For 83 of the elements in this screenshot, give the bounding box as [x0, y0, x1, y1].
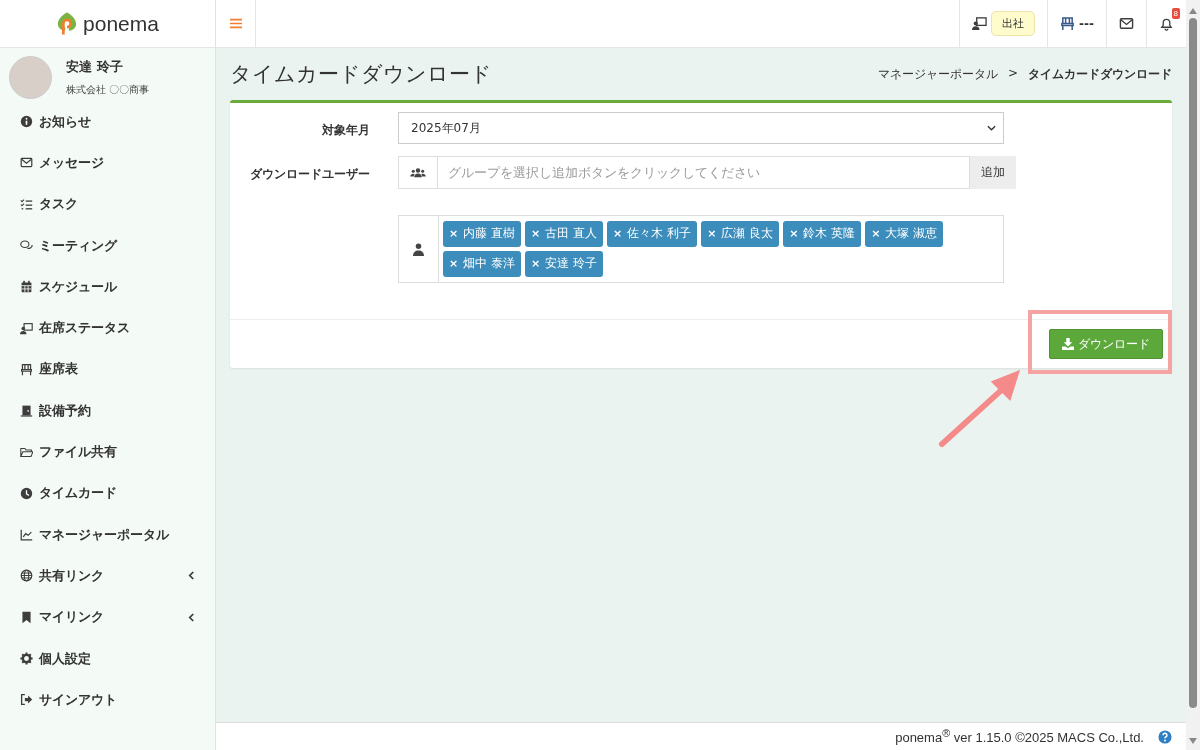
sidebar-item[interactable]: 座席表 [0, 348, 215, 391]
menu-icon [229, 18, 242, 29]
remove-mark[interactable]: × [789, 227, 799, 240]
user-tag-name: 古田 直人 [545, 225, 598, 242]
sidebar-item[interactable]: メッセージ [0, 142, 215, 184]
chair-icon [20, 362, 33, 376]
remove-mark[interactable]: × [531, 227, 541, 240]
sidebar-item[interactable]: お知らせ [0, 101, 215, 143]
sidebar-item[interactable]: タスク [0, 183, 215, 225]
sidebar-item[interactable]: 在席ステータス [0, 307, 215, 349]
bell-icon [1159, 16, 1174, 31]
sidebar-item[interactable]: マネージャーポータル [0, 513, 215, 556]
sidebar-item[interactable]: 個人設定 [0, 637, 215, 680]
remove-mark[interactable]: × [449, 227, 459, 240]
info-icon [20, 115, 33, 129]
checklist-icon [20, 197, 33, 211]
user-tag-name: 大塚 淑恵 [885, 225, 938, 242]
sidebar-item[interactable]: タイムカード [0, 472, 215, 514]
group-input-field[interactable]: グループを選択し追加ボタンをクリックしてください [438, 156, 970, 189]
user-name: 安達 玲子 [66, 58, 124, 76]
chevron-down-icon [987, 125, 996, 131]
remove-mark[interactable]: × [707, 227, 717, 240]
user-tag[interactable]: × 鈴木 英隆 [783, 221, 862, 247]
bookmark-icon [20, 610, 33, 624]
month-select[interactable]: 2025年07月 [398, 112, 1004, 144]
notification-count: 8 [1171, 8, 1180, 19]
envelope-icon [1119, 16, 1134, 31]
line-chart-icon [20, 528, 33, 542]
sidebar-item[interactable]: 設備予約 [0, 390, 215, 432]
user-tag-field[interactable]: × 内藤 直樹 × 古田 直人 × 佐々木 利子 × 広瀬 良太 × 鈴木 英隆 × 大塚 淑恵 × 畑中 泰洋 × 安達 玲子 [398, 215, 1004, 283]
field-label: 対象年月 [321, 122, 370, 139]
add-button[interactable]: 追加 [970, 156, 1016, 189]
user-tag-name: 佐々木 利子 [627, 225, 692, 242]
scrollbar[interactable] [1186, 0, 1200, 750]
clock-icon [20, 486, 33, 500]
user-tag-name: 内藤 直樹 [463, 225, 516, 242]
user-tag-name: 広瀬 良太 [721, 225, 774, 242]
remove-mark[interactable]: × [613, 227, 623, 240]
footer-text: ponema$^{®}$ ver 1.15.0 ©2025 MACS Co.,Ltd. [895, 727, 1144, 746]
person-board-icon [972, 16, 988, 31]
sidebar-item[interactable]: スケジュール [0, 266, 215, 308]
logo-icon [56, 11, 79, 36]
remove-mark[interactable]: × [531, 257, 541, 270]
status-badge[interactable]: 出社 [991, 11, 1036, 36]
calendar-icon [20, 280, 33, 294]
users-icon [410, 166, 426, 179]
sidebar-item[interactable]: ミーティング [0, 224, 215, 267]
remove-mark[interactable]: × [449, 257, 459, 270]
user-tag[interactable]: × 広瀬 良太 [701, 221, 780, 247]
help-icon [1158, 729, 1172, 744]
user-tag[interactable]: × 大塚 淑恵 [865, 221, 944, 247]
person-board-icon [20, 321, 33, 335]
chair-icon [1060, 16, 1076, 31]
sidebar-item[interactable]: サインアウト [0, 679, 215, 721]
breadcrumb-separator: > [1007, 65, 1018, 82]
user-tag[interactable]: × 畑中 泰洋 [443, 251, 522, 277]
envelope-icon [20, 156, 33, 170]
door-icon [20, 404, 33, 418]
company-name: 株式会社 〇〇商事 [66, 83, 150, 97]
globe-icon [20, 569, 33, 583]
user-tag[interactable]: × 佐々木 利子 [607, 221, 698, 247]
breadcrumb-link[interactable]: マネージャーポータル [877, 65, 998, 83]
breadcrumb-current: タイムカードダウンロード [1028, 65, 1172, 83]
remove-mark[interactable]: × [871, 227, 881, 240]
folder-icon [20, 445, 33, 459]
download-icon [1062, 338, 1074, 350]
user-tag[interactable]: × 古田 直人 [525, 221, 604, 247]
user-tag-name: 畑中 泰洋 [463, 255, 516, 272]
sidebar-item[interactable]: ファイル共有 [0, 431, 215, 473]
user-tag[interactable]: × 内藤 直樹 [443, 221, 522, 247]
user-tag[interactable]: × 安達 玲子 [525, 251, 604, 277]
page-title: タイムカードダウンロード [230, 61, 492, 88]
user-tag-name: 鈴木 英隆 [803, 225, 856, 242]
gear-icon [20, 652, 33, 665]
sidebar-item[interactable]: 共有リンク [0, 555, 215, 597]
user-icon [413, 242, 424, 256]
seat-label: --- [1079, 16, 1094, 31]
avatar [9, 56, 52, 99]
brand-name: ponema [83, 11, 159, 36]
sidebar-item[interactable]: マイリンク [0, 596, 215, 638]
sign-out-icon [20, 693, 33, 707]
user-tag-name: 安達 玲子 [545, 255, 598, 272]
field-label: ダウンロードユーザー [249, 166, 370, 183]
